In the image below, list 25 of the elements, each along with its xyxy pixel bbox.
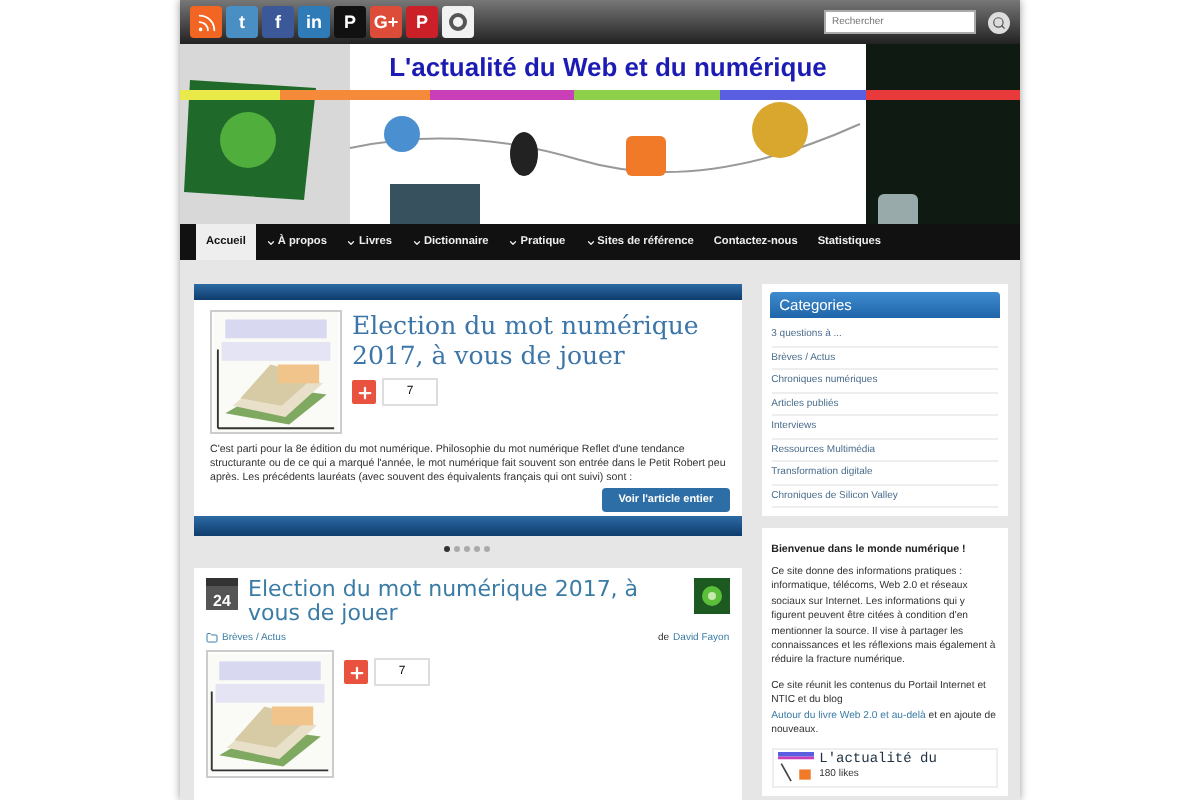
slider-dot[interactable] (474, 545, 481, 551)
slider-dot[interactable] (464, 545, 471, 551)
share-button[interactable] (344, 660, 368, 684)
rss-icon[interactable] (190, 6, 222, 38)
share-button[interactable] (352, 380, 376, 404)
chevron-icon (585, 237, 596, 247)
date-badge: 24 (206, 578, 238, 610)
slide-title: Election du mot numérique 2017, à vous de jouer (352, 310, 701, 370)
search-button[interactable] (988, 11, 1010, 33)
slider-dot[interactable] (444, 545, 451, 551)
folder-icon (206, 632, 218, 644)
chevron-icon (346, 237, 357, 247)
social-link[interactable]: t (226, 6, 258, 38)
social-link[interactable]: P (334, 6, 366, 38)
slider-dot[interactable] (454, 545, 461, 551)
chevron-icon (508, 237, 519, 247)
ring-icon[interactable] (442, 6, 474, 38)
social-link[interactable]: P (406, 6, 438, 38)
social-link[interactable]: f (262, 6, 294, 38)
social-link[interactable]: in (298, 6, 330, 38)
chevron-icon (411, 237, 422, 247)
social-link[interactable]: G+ (370, 6, 402, 38)
article-title[interactable]: Election du mot numérique 2017, à vous de jouer (248, 578, 684, 626)
chevron-icon (265, 237, 276, 247)
slider-dot[interactable] (484, 545, 491, 551)
